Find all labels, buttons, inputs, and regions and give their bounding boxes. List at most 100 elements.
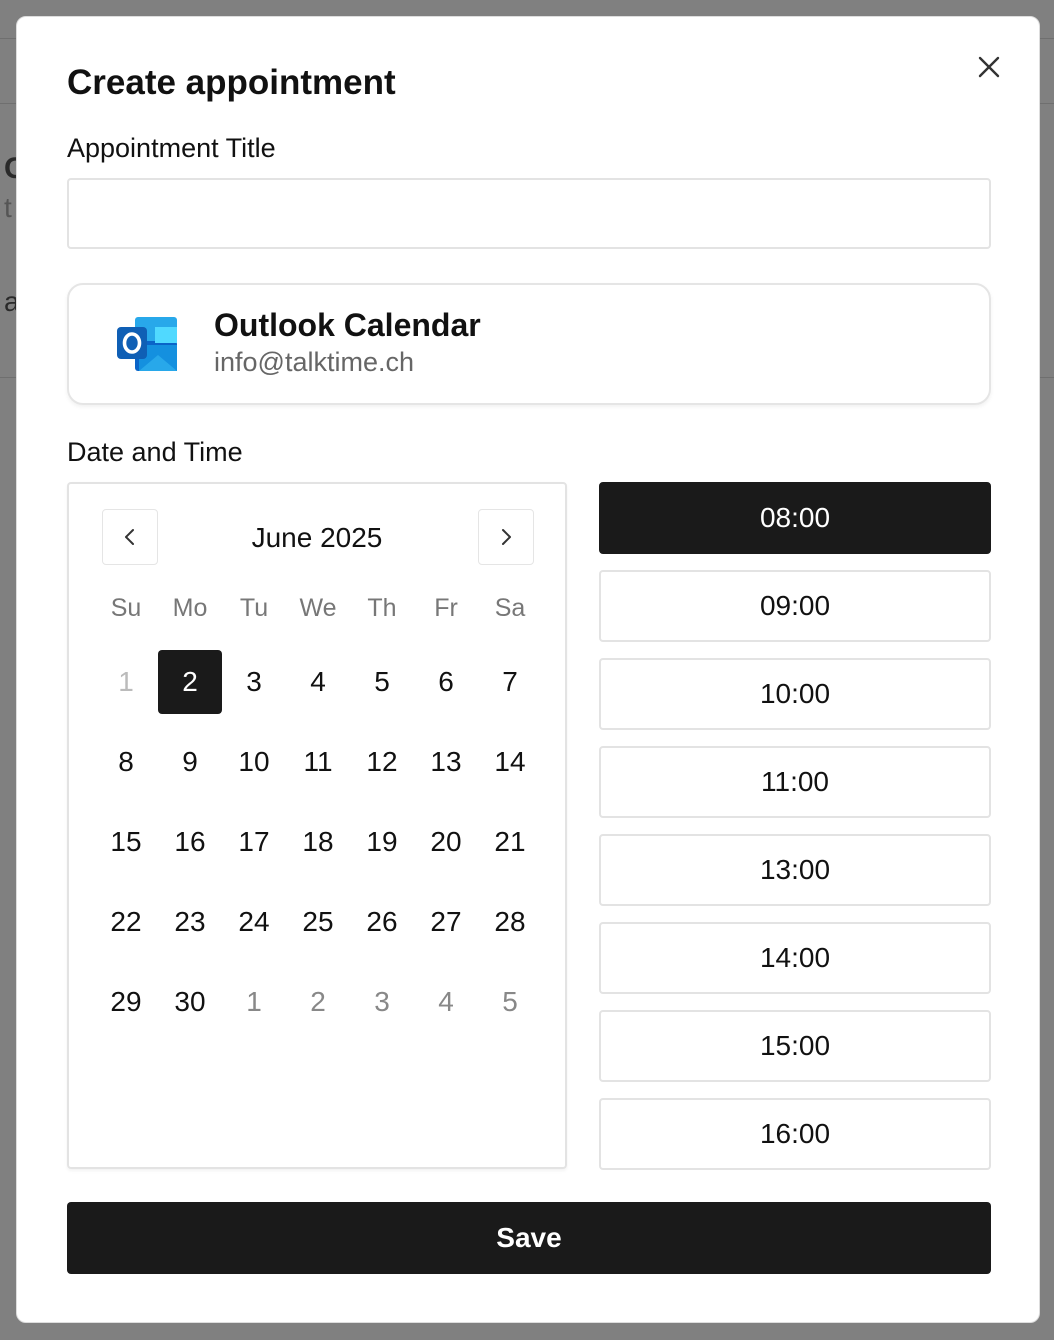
calendar-day[interactable]: 1 xyxy=(94,642,158,722)
calendar-day-label: 2 xyxy=(158,650,222,714)
close-icon xyxy=(978,56,1000,78)
calendar-day[interactable]: 28 xyxy=(478,882,542,962)
calendar-day-label: 19 xyxy=(366,826,398,857)
weekday-label: We xyxy=(299,594,337,622)
background-text: t xyxy=(4,192,12,223)
time-slot[interactable]: 10:00 xyxy=(599,658,991,730)
time-slot[interactable]: 09:00 xyxy=(599,570,991,642)
date-and-time-label: Date and Time xyxy=(67,437,243,467)
calendar-day-label: 10 xyxy=(238,746,270,777)
calendar-day[interactable]: 14 xyxy=(478,722,542,802)
calendar-day-label: 14 xyxy=(494,746,526,777)
calendar-day-label: 27 xyxy=(430,906,462,937)
calendar-account-card[interactable]: Outlook Calendar info@talktime.ch xyxy=(67,283,991,405)
outlook-icon xyxy=(117,317,177,371)
time-slot[interactable]: 13:00 xyxy=(599,834,991,906)
calendar-day[interactable]: 16 xyxy=(158,802,222,882)
next-month-button[interactable] xyxy=(478,509,534,565)
time-slot[interactable]: 15:00 xyxy=(599,1010,991,1082)
calendar-day[interactable]: 24 xyxy=(222,882,286,962)
calendar-day-label: 2 xyxy=(310,986,326,1017)
calendar-day[interactable]: 5 xyxy=(350,642,414,722)
calendar-day[interactable]: 17 xyxy=(222,802,286,882)
calendar-day[interactable]: 9 xyxy=(158,722,222,802)
calendar-day[interactable]: 18 xyxy=(286,802,350,882)
calendar-day[interactable]: 12 xyxy=(350,722,414,802)
calendar-day-label: 1 xyxy=(118,666,134,697)
weekday-label: Fr xyxy=(434,594,458,622)
appointment-title-input[interactable] xyxy=(67,178,991,249)
calendar-day-label: 3 xyxy=(374,986,390,1017)
calendar-day-label: 20 xyxy=(430,826,462,857)
save-button[interactable]: Save xyxy=(67,1202,991,1274)
weekday-label: Tu xyxy=(239,594,269,622)
calendar-day[interactable]: 29 xyxy=(94,962,158,1042)
calendar-day-label: 9 xyxy=(182,746,198,777)
calendar-day-label: 5 xyxy=(374,666,390,697)
calendar-day[interactable]: 27 xyxy=(414,882,478,962)
calendar-day[interactable]: 19 xyxy=(350,802,414,882)
calendar-day[interactable]: 5 xyxy=(478,962,542,1042)
calendar-day-label: 4 xyxy=(310,666,326,697)
calendar-day-label: 3 xyxy=(246,666,262,697)
calendar-day[interactable]: 8 xyxy=(94,722,158,802)
calendar-day-label: 18 xyxy=(302,826,334,857)
chevron-right-icon xyxy=(502,529,511,545)
create-appointment-dialog: Create appointment Appointment Title Out… xyxy=(16,16,1040,1323)
time-slot[interactable]: 16:00 xyxy=(599,1098,991,1170)
calendar-day[interactable]: 1 xyxy=(222,962,286,1042)
calendar-day-label: 22 xyxy=(110,906,142,937)
calendar-day[interactable]: 10 xyxy=(222,722,286,802)
calendar-day-label: 30 xyxy=(174,986,206,1017)
calendar-day[interactable]: 11 xyxy=(286,722,350,802)
calendar-day-label: 5 xyxy=(502,986,518,1017)
calendar-day-label: 6 xyxy=(438,666,454,697)
calendar-day-label: 13 xyxy=(430,746,462,777)
calendar-account-name: Outlook Calendar xyxy=(214,307,481,343)
calendar-day[interactable]: 3 xyxy=(222,642,286,722)
weekday-header: Su Mo Tu We Th Fr Sa xyxy=(94,594,542,623)
calendar-day[interactable]: 25 xyxy=(286,882,350,962)
appointment-title-label: Appointment Title xyxy=(67,133,276,163)
dialog-title: Create appointment xyxy=(67,63,396,102)
calendar-day-label: 15 xyxy=(110,826,142,857)
time-slot-selected[interactable]: 08:00 xyxy=(599,482,991,554)
weekday-label: Sa xyxy=(494,594,526,622)
time-slot[interactable]: 14:00 xyxy=(599,922,991,994)
calendar-day-label: 28 xyxy=(494,906,526,937)
calendar-day-label: 7 xyxy=(502,666,518,697)
calendar-day[interactable]: 15 xyxy=(94,802,158,882)
calendar-day[interactable]: 22 xyxy=(94,882,158,962)
calendar-day-label: 25 xyxy=(302,906,334,937)
calendar-day-label: 11 xyxy=(303,746,333,777)
calendar-day-label: 26 xyxy=(366,906,398,937)
calendar-day-label: 12 xyxy=(366,746,398,777)
calendar-day-label: 23 xyxy=(174,906,206,937)
weekday-label: Mo xyxy=(172,594,208,622)
calendar-day-label: 21 xyxy=(494,826,526,857)
calendar-day[interactable]: 7 xyxy=(478,642,542,722)
calendar-day[interactable]: 20 xyxy=(414,802,478,882)
calendar-day[interactable]: 4 xyxy=(414,962,478,1042)
weekday-label: Th xyxy=(367,594,397,622)
calendar-day-label: 4 xyxy=(438,986,454,1017)
calendar-day-label: 1 xyxy=(246,986,262,1017)
calendar-day[interactable]: 26 xyxy=(350,882,414,962)
calendar-day[interactable]: 13 xyxy=(414,722,478,802)
close-button[interactable] xyxy=(975,53,1003,81)
calendar-day[interactable]: 4 xyxy=(286,642,350,722)
calendar-day-label: 24 xyxy=(238,906,270,937)
calendar-day[interactable]: 21 xyxy=(478,802,542,882)
calendar-day[interactable]: 30 xyxy=(158,962,222,1042)
time-slot[interactable]: 11:00 xyxy=(599,746,991,818)
calendar-day[interactable]: 6 xyxy=(414,642,478,722)
calendar-day-selected[interactable]: 2 xyxy=(158,642,222,722)
date-picker: June 2025 Su Mo Tu We Th Fr Sa 123456789… xyxy=(67,482,567,1169)
calendar-day-label: 17 xyxy=(238,826,270,857)
calendar-day[interactable]: 3 xyxy=(350,962,414,1042)
weekday-label: Su xyxy=(110,594,142,622)
calendar-day[interactable]: 2 xyxy=(286,962,350,1042)
day-grid: 1 2 3 4 5 6 7 8 9 10 11 12 13 14 15 16 17 18 19 20 21 22 23 24 2… xyxy=(94,642,542,1042)
calendar-day[interactable]: 23 xyxy=(158,882,222,962)
calendar-day-label: 16 xyxy=(174,826,206,857)
